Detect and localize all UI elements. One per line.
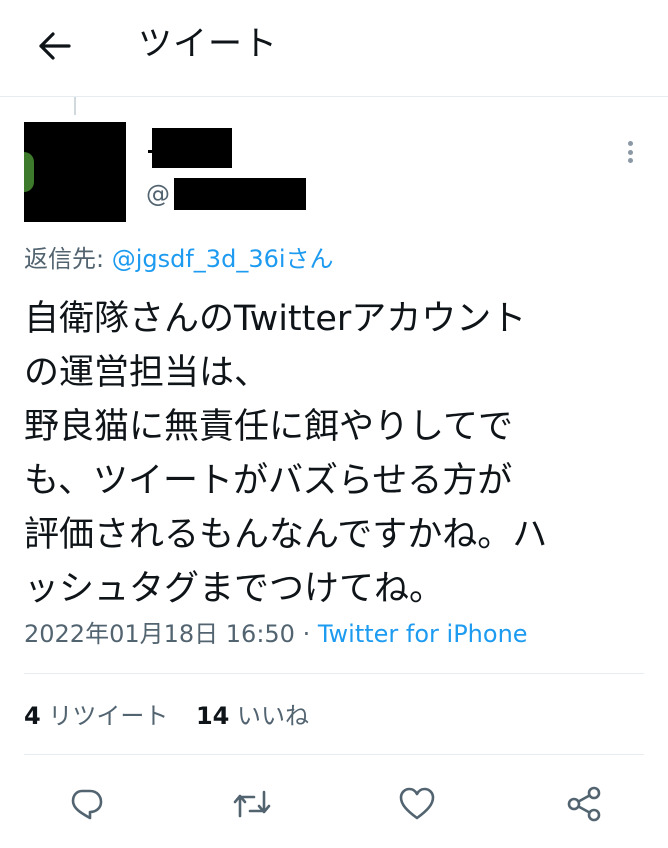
reply-to-line: 返信先: @jgsdf_3d_36iさん [24,242,334,276]
divider [24,754,644,755]
likes-stat[interactable]: 14 いいね [196,702,309,730]
arrow-left-icon [39,32,71,60]
reply-icon [71,789,103,820]
tweet-text-line: 評価されるもんなんですかね。ハ [24,515,548,555]
retweets-stat[interactable]: 4 リツイート [24,702,168,730]
retweet-icon [233,790,271,818]
page-title: ツイート [138,24,278,64]
share-button[interactable] [560,780,608,828]
meta-separator: · [294,620,318,648]
retweet-button[interactable] [228,780,276,828]
tweet-meta: 2022年01月18日 16:50 · Twitter for iPhone [24,618,528,650]
top-bar: ツイート [0,0,668,97]
like-button[interactable] [393,780,441,828]
thread-connector [74,97,76,115]
avatar[interactable] [24,122,126,222]
tweet-text-line: ッシュタグまでつけてね。 [24,569,445,609]
handle-redacted[interactable] [174,178,306,210]
likes-count: 14 [195,702,230,730]
back-button[interactable] [30,24,78,68]
tweet-source-link[interactable]: Twitter for iPhone [318,620,528,648]
display-name-redacted[interactable] [152,128,232,168]
tweet-text-line: 野良猫に無責任に餌やりしてで [24,407,513,447]
more-dots-icon [627,149,633,155]
tweet-timestamp[interactable]: 2022年01月18日 16:50 [24,620,295,648]
heart-icon [399,787,435,820]
share-icon [567,786,601,822]
handle-prefix: @ [146,180,170,208]
reply-to-prefix: 返信先: [24,245,112,273]
likes-label: いいね [237,702,310,730]
reply-button[interactable] [62,780,110,828]
tweet-stats: 4 リツイート 14 いいね [24,700,329,732]
retweets-label: リツイート [48,702,169,730]
tweet-text-line: の運営担当は、 [24,353,270,393]
tweet-text-line: 自衛隊さんのTwitterアカウント [24,299,527,339]
tweet-text-line: も、ツイートがバズらせる方が [24,461,513,501]
retweets-count: 4 [24,702,41,730]
tweet-detail-page: ツイート @ 返信先: @jgsdf_3d_36iさん 自衛隊さんのTwitte… [0,0,668,848]
more-dots-icon [627,141,633,146]
reply-to-handle-link[interactable]: @jgsdf_3d_36iさん [112,245,334,273]
more-dots-icon [627,158,633,163]
tweet-text: 自衛隊さんのTwitterアカウント の運営担当は、 野良猫に無責任に餌やりして… [24,292,654,616]
divider [24,673,644,674]
more-options-button[interactable] [618,136,642,168]
